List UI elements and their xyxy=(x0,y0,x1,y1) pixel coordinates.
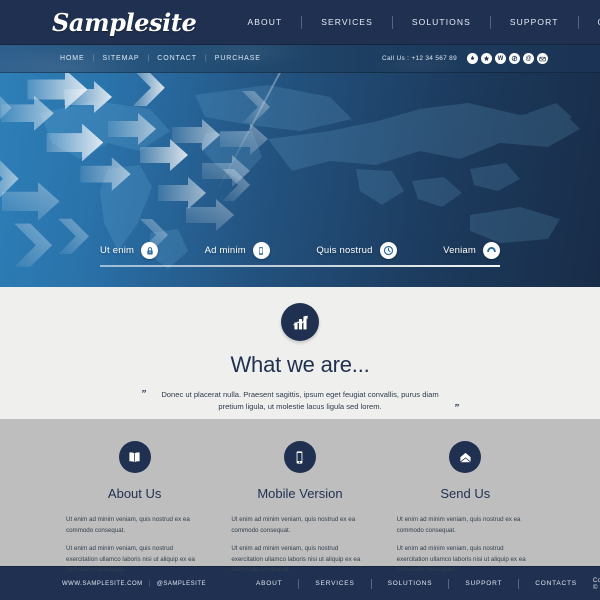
footer-nav-item-about[interactable]: ABOUT xyxy=(240,580,298,587)
call-us-text: Call Us : +12 34 567 89 xyxy=(381,55,457,62)
hero-feature-menu: Ut enim Ad minim Quis nostrud Veniam xyxy=(100,242,500,259)
droplet-icon[interactable] xyxy=(467,53,478,64)
main-navigation: ABOUT SERVICES SOLUTIONS SUPPORT CONTACT… xyxy=(228,15,600,29)
hero-item-ad-minim[interactable]: Ad minim xyxy=(205,242,270,259)
clock-icon xyxy=(379,242,397,259)
hero-item-label: Ad minim xyxy=(204,245,246,256)
nav-item-services[interactable]: SERVICES xyxy=(302,17,392,27)
feature-icon-wrap xyxy=(66,441,203,473)
mobile-icon xyxy=(252,242,270,259)
hero-item-label: Ut enim xyxy=(100,245,135,256)
feature-paragraph: Ut enim ad minim veniam, quis nostrud ex… xyxy=(396,516,521,534)
copyright-text: Copyright © 2013 xyxy=(592,576,600,591)
site-logo[interactable]: Samplesite xyxy=(52,8,197,37)
subnav-item-contact[interactable]: CONTACT xyxy=(149,55,205,62)
wordpress-icon[interactable]: W xyxy=(495,53,506,64)
star-icon[interactable] xyxy=(481,53,492,64)
nav-item-solutions[interactable]: SOLUTIONS xyxy=(393,17,490,27)
quote-mark-open: ” xyxy=(141,389,146,400)
nav-item-support[interactable]: SUPPORT xyxy=(491,17,578,27)
feature-body: Ut enim ad minim veniam, quis nostrud ex… xyxy=(231,515,368,576)
footer-nav-item-support[interactable]: SUPPORT xyxy=(449,580,518,587)
secondary-navigation: HOME | SITEMAP | CONTACT | PURCHASE xyxy=(52,55,269,62)
feature-paragraph: Ut enim ad minim veniam, quis nostrud ex… xyxy=(231,544,361,574)
footer-nav-item-contacts[interactable]: CONTACTS xyxy=(519,580,593,587)
quote-text: Donec ut placerat nulla. Praesent sagitt… xyxy=(161,390,439,412)
footer-brand-links: WWW.SAMPLESITE.COM | @SAMPLESITE xyxy=(62,581,206,587)
feature-paragraph: Ut enim ad minim veniam, quis nostrud ex… xyxy=(231,516,356,534)
hero-divider xyxy=(100,265,500,267)
secondary-bar: HOME | SITEMAP | CONTACT | PURCHASE Call… xyxy=(0,45,600,73)
bar-chart-icon xyxy=(281,303,319,341)
book-icon xyxy=(118,441,151,473)
lock-icon xyxy=(141,242,159,259)
footer-website-link[interactable]: WWW.SAMPLESITE.COM xyxy=(62,581,143,587)
subnav-item-purchase[interactable]: PURCHASE xyxy=(207,55,269,62)
nav-item-about[interactable]: ABOUT xyxy=(228,17,301,27)
feature-icon-wrap xyxy=(397,441,534,473)
footer-separator: | xyxy=(148,580,151,587)
feature-title: Send Us xyxy=(440,486,491,501)
hero-item-label: Quis nostrud xyxy=(316,245,373,256)
subnav-item-home[interactable]: HOME xyxy=(52,55,93,62)
quote-block: ” Donec ut placerat nulla. Praesent sagi… xyxy=(0,389,600,414)
envelope-icon xyxy=(449,441,482,473)
footer-nav-item-services[interactable]: SERVICES xyxy=(299,580,370,587)
mail-icon[interactable] xyxy=(537,53,548,64)
footer-nav-item-solutions[interactable]: SOLUTIONS xyxy=(372,580,449,587)
share-icon[interactable] xyxy=(509,53,520,64)
feature-paragraph: Ut enim ad minim veniam, quis nostrud ex… xyxy=(66,544,195,574)
page-root: Samplesite ABOUT SERVICES SOLUTIONS SUPP… xyxy=(0,0,600,600)
feature-column-send-us: Send Us Ut enim ad minim veniam, quis no… xyxy=(383,441,548,573)
feature-icon-wrap xyxy=(231,441,368,473)
what-we-are-section: What we are... ” Donec ut placerat nulla… xyxy=(0,287,600,419)
features-section: About Us Ut enim ad minim veniam, quis n… xyxy=(0,419,600,573)
feature-title: About Us xyxy=(107,486,162,501)
footer-navigation: ABOUT SERVICES SOLUTIONS SUPPORT CONTACT… xyxy=(240,578,593,589)
nav-item-contacts[interactable]: CONTACTS xyxy=(579,17,600,27)
hero-banner: Ut enim Ad minim Quis nostrud Veniam xyxy=(0,73,600,287)
page-title: What we are... xyxy=(230,352,370,377)
hero-item-veniam[interactable]: Veniam xyxy=(443,242,500,259)
mobile-icon xyxy=(283,441,316,473)
footer-handle-link[interactable]: @SAMPLESITE xyxy=(157,581,206,587)
feature-paragraph: Ut enim ad minim veniam, quis nostrud ex… xyxy=(66,516,190,534)
hero-item-ut-enim[interactable]: Ut enim xyxy=(100,242,159,259)
subnav-item-sitemap[interactable]: SITEMAP xyxy=(94,55,147,62)
phone-icon xyxy=(483,242,500,259)
feature-body: Ut enim ad minim veniam, quis nostrud ex… xyxy=(66,515,203,576)
feature-body: Ut enim ad minim veniam, quis nostrud ex… xyxy=(397,515,534,576)
social-links: W @ xyxy=(467,53,548,64)
feature-paragraph: Ut enim ad minim veniam, quis nostrud ex… xyxy=(396,544,526,574)
quote-mark-close: ” xyxy=(454,402,459,414)
arrows-graphic xyxy=(0,73,270,267)
feature-title: Mobile Version xyxy=(257,486,343,501)
main-header: Samplesite ABOUT SERVICES SOLUTIONS SUPP… xyxy=(0,0,600,45)
feature-column-mobile-version: Mobile Version Ut enim ad minim veniam, … xyxy=(217,441,382,573)
feature-column-about-us: About Us Ut enim ad minim veniam, quis n… xyxy=(52,441,217,573)
hero-item-label: Veniam xyxy=(443,245,476,256)
at-sign-icon[interactable]: @ xyxy=(523,53,534,64)
hero-item-quis-nostrud[interactable]: Quis nostrud xyxy=(316,242,397,259)
